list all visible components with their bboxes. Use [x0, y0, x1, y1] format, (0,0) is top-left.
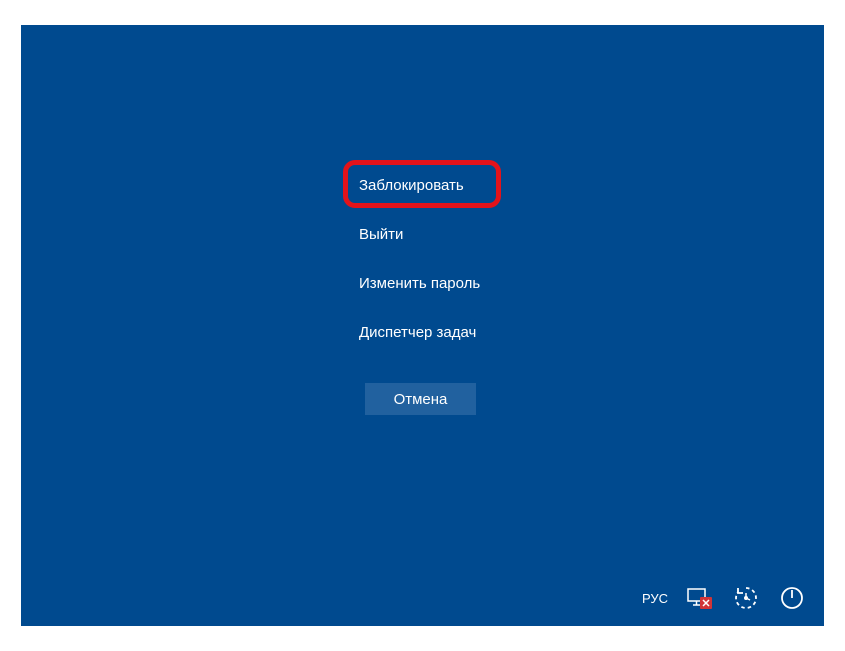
change-password-option[interactable]: Изменить пароль	[355, 265, 535, 302]
cancel-button[interactable]: Отмена	[365, 383, 476, 415]
lock-option[interactable]: Заблокировать	[355, 167, 535, 204]
ease-of-access-icon[interactable]	[732, 584, 760, 612]
power-icon[interactable]	[778, 584, 806, 612]
signout-option[interactable]: Выйти	[355, 216, 535, 253]
task-manager-option[interactable]: Диспетчер задач	[355, 314, 535, 351]
security-options-menu: Заблокировать Выйти Изменить пароль Дисп…	[355, 167, 535, 363]
security-options-screen: Заблокировать Выйти Изменить пароль Дисп…	[21, 25, 824, 626]
network-icon[interactable]	[686, 584, 714, 612]
bottom-toolbar: РУС	[642, 584, 806, 612]
language-indicator[interactable]: РУС	[642, 591, 668, 606]
